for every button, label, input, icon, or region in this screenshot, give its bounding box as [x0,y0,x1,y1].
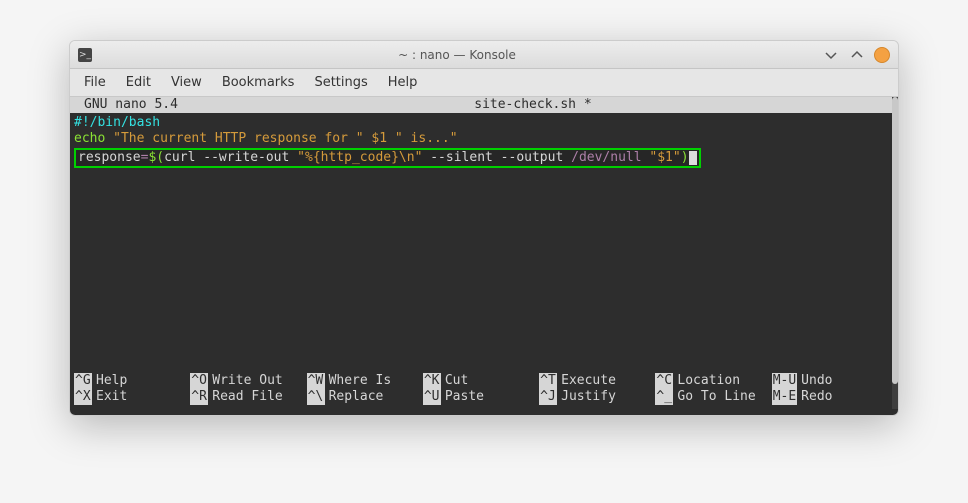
curl-flags: --silent --output [422,150,571,165]
subshell-open: $( [148,150,164,165]
echo-string-1: "The current HTTP response for " [113,131,363,146]
code-line-1: #!/bin/bash [74,115,160,130]
menu-settings[interactable]: Settings [314,75,367,90]
echo-keyword: echo [74,131,113,146]
shortcut-label: Replace [329,389,384,404]
nano-footer: ^G Help ^O Write Out ^W Where Is ^K Cut ^T Execut… [70,371,892,410]
menu-edit[interactable]: Edit [126,75,151,90]
shortcut-item: ^C Location [655,373,771,389]
shortcut-item: ^G Help [74,373,190,389]
shortcut-key: ^G [74,373,92,389]
curl-arg: "$1" [649,150,680,165]
menu-bookmarks[interactable]: Bookmarks [222,75,295,90]
menu-file[interactable]: File [84,75,106,90]
window-title: ~ : nano — Konsole [92,48,822,62]
shortcut-label: Read File [212,389,282,404]
minimize-button[interactable] [822,46,840,64]
konsole-window: >_ ~ : nano — Konsole File Edit View Boo… [69,40,899,416]
shortcut-key: ^K [423,373,441,389]
scrollbar[interactable] [892,97,898,409]
shortcut-key: ^J [539,389,557,405]
curl-format: "%{http_code}\n" [297,150,422,165]
highlighted-line: response=$(curl --write-out "%{http_code… [74,148,701,168]
shortcut-key: M-U [772,373,797,389]
shortcut-label: Go To Line [677,389,755,404]
shortcut-item: ^O Write Out [190,373,306,389]
devnull: /dev/null [571,150,641,165]
shortcut-label: Exit [96,389,127,404]
shortcut-item: ^_ Go To Line [655,389,771,405]
shortcut-label: Paste [445,389,484,404]
nano-filename: site-check.sh * [178,97,888,113]
var-lhs: response [78,150,141,165]
shortcut-key: ^\ [307,389,325,405]
shortcut-item: ^X Exit [74,389,190,405]
echo-string-2: " is..." [395,131,458,146]
shortcut-item: M-E Redo [772,389,888,405]
shortcut-label: Justify [561,389,616,404]
scrollbar-thumb[interactable] [892,97,898,384]
shortcut-label: Undo [801,373,832,388]
shortcut-label: Write Out [212,373,282,388]
shortcut-item: ^\ Replace [307,389,423,405]
terminal-icon: >_ [78,48,92,62]
curl-cmd: curl --write-out [164,150,297,165]
shortcut-key: ^R [190,389,208,405]
shortcut-item: ^K Cut [423,373,539,389]
shortcut-key: ^O [190,373,208,389]
shortcut-label: Location [677,373,740,388]
shortcut-label: Redo [801,389,832,404]
shortcut-item: ^R Read File [190,389,306,405]
shortcut-label: Execute [561,373,616,388]
shortcut-key: ^C [655,373,673,389]
maximize-button[interactable] [848,46,866,64]
close-button[interactable] [874,47,890,63]
menu-help[interactable]: Help [388,75,418,90]
titlebar[interactable]: >_ ~ : nano — Konsole [70,41,898,69]
shortcut-label: Help [96,373,127,388]
shortcut-label: Cut [445,373,468,388]
echo-var: $1 [364,131,395,146]
shortcut-key: ^_ [655,389,673,405]
nano-header: GNU nano 5.4 site-check.sh * [70,97,892,113]
shortcut-key: M-E [772,389,797,405]
shortcut-key: ^W [307,373,325,389]
menubar: File Edit View Bookmarks Settings Help [70,69,898,97]
shortcut-item: ^J Justify [539,389,655,405]
editor-area[interactable]: #!/bin/bash echo "The current HTTP respo… [70,113,892,371]
shortcut-item: M-U Undo [772,373,888,389]
terminal[interactable]: GNU nano 5.4 site-check.sh * #!/bin/bash… [70,97,892,409]
shortcut-key: ^U [423,389,441,405]
shortcut-item: ^U Paste [423,389,539,405]
menu-view[interactable]: View [171,75,202,90]
shortcut-item: ^T Execute [539,373,655,389]
shortcut-label: Where Is [329,373,392,388]
shortcut-key: ^T [539,373,557,389]
cursor [689,151,697,165]
subshell-close: ) [681,150,689,165]
nano-version: GNU nano 5.4 [74,97,178,113]
shortcut-key: ^X [74,389,92,405]
shortcut-item: ^W Where Is [307,373,423,389]
